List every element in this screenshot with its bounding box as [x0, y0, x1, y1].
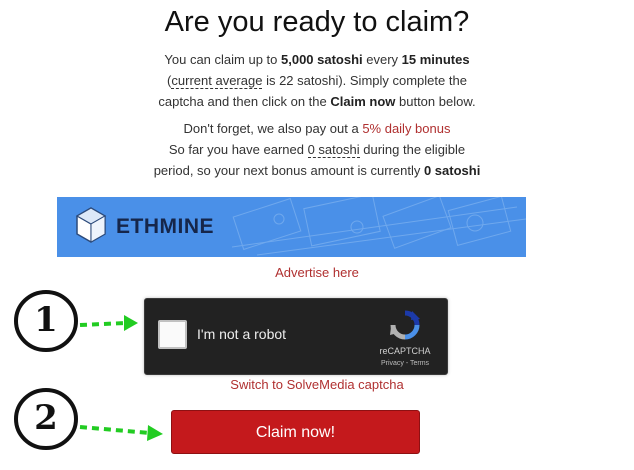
- recaptcha-terms-link[interactable]: Terms: [410, 360, 429, 367]
- claim-interval: 15 minutes: [401, 52, 470, 67]
- earned-satoshi-tooltip[interactable]: 0 satoshi: [307, 142, 360, 158]
- claim-amount: 5,000 satoshi: [281, 52, 363, 67]
- recaptcha-privacy-link[interactable]: Privacy: [381, 360, 404, 367]
- step-1-arrowhead: [124, 315, 138, 331]
- bonus-info-part: So far you have earned: [168, 142, 308, 157]
- bonus-info-part: period, so your next bonus amount is cur…: [153, 163, 424, 178]
- bonus-info-part: during the eligible: [359, 142, 466, 157]
- recaptcha-links: Privacy - Terms: [373, 360, 437, 367]
- claim-info-text: You can claim up to 5,000 satoshi every …: [0, 49, 634, 112]
- claim-now-button[interactable]: Claim now!: [171, 410, 420, 454]
- claim-info-part: button below.: [395, 94, 476, 109]
- ethmine-ad-banner[interactable]: ETHMINE: [57, 197, 526, 257]
- ethmine-logo-icon: [75, 207, 107, 243]
- bonus-info-part: Don't forget, we also pay out a: [183, 121, 363, 136]
- recaptcha-label: I'm not a robot: [197, 326, 287, 342]
- banner-brand-text: ETHMINE: [116, 215, 214, 238]
- recaptcha-widget: I'm not a robot reCAPTCHA Privacy - Term…: [144, 298, 448, 375]
- claim-info-part: captcha and then click on the: [158, 94, 331, 109]
- current-average-tooltip[interactable]: current average: [171, 73, 263, 89]
- recaptcha-checkbox[interactable]: [158, 320, 187, 349]
- claim-info-part: is 22 satoshi). Simply complete the: [262, 73, 467, 88]
- step-1-number: 1: [34, 300, 58, 340]
- recaptcha-logo-icon: [390, 310, 420, 340]
- claim-now-word: Claim now: [330, 94, 396, 109]
- step-1-arrow: [79, 321, 127, 327]
- claim-info-part: You can claim up to: [164, 52, 281, 67]
- step-2-arrow: [79, 425, 151, 435]
- daily-bonus-link[interactable]: 5% daily bonus: [362, 121, 450, 136]
- step-2-number: 2: [34, 398, 58, 438]
- recaptcha-brand: reCAPTCHA: [379, 346, 431, 356]
- claim-info-part: every: [362, 52, 402, 67]
- next-bonus-amount: 0 satoshi: [423, 163, 481, 178]
- advertise-here-link[interactable]: Advertise here: [0, 265, 634, 280]
- step-2-arrowhead: [147, 425, 163, 441]
- bonus-info-text: Don't forget, we also pay out a 5% daily…: [0, 118, 634, 181]
- page-title: Are you ready to claim?: [164, 6, 470, 38]
